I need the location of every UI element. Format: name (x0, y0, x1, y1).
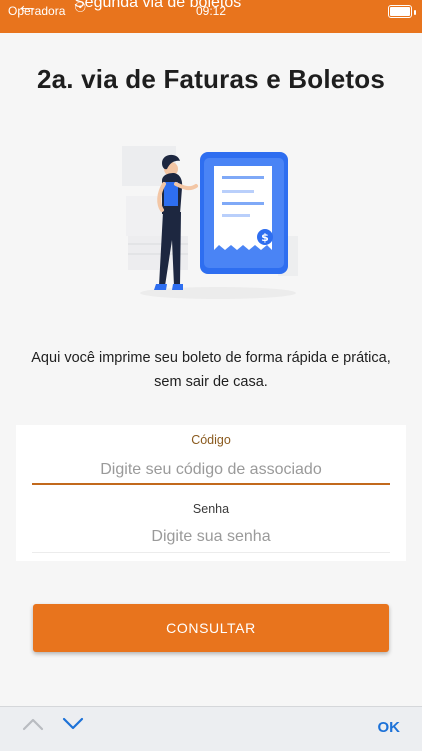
login-form: Código Senha (16, 425, 406, 561)
code-input-underline (32, 483, 390, 485)
status-time: 09:12 (196, 4, 227, 18)
chevron-up-icon[interactable] (22, 717, 44, 731)
password-input-underline (32, 552, 390, 553)
keyboard-toolbar: OK (0, 706, 422, 751)
svg-text:$: $ (261, 231, 269, 244)
code-label: Código (191, 433, 231, 447)
carrier-name: Operadora (8, 4, 66, 18)
keyboard-ok-button[interactable]: OK (378, 719, 401, 736)
battery-cap (414, 10, 416, 15)
chevron-down-icon[interactable] (62, 717, 84, 731)
page-title: 2a. via de Faturas e Boletos (36, 64, 386, 94)
intro-text: Aqui você imprime seu boleto de forma rá… (31, 350, 391, 390)
navigation-bar: ← Operadora ☉ Segunda via de boletos 09:… (0, 0, 422, 33)
associate-code-input[interactable] (32, 457, 390, 483)
consult-button[interactable]: CONSULTAR (33, 604, 389, 652)
password-input[interactable] (32, 525, 390, 549)
password-label: Senha (192, 502, 230, 516)
phone-device-icon: $ (200, 152, 288, 274)
battery-icon (388, 5, 412, 18)
invoice-illustration: $ (122, 146, 298, 299)
